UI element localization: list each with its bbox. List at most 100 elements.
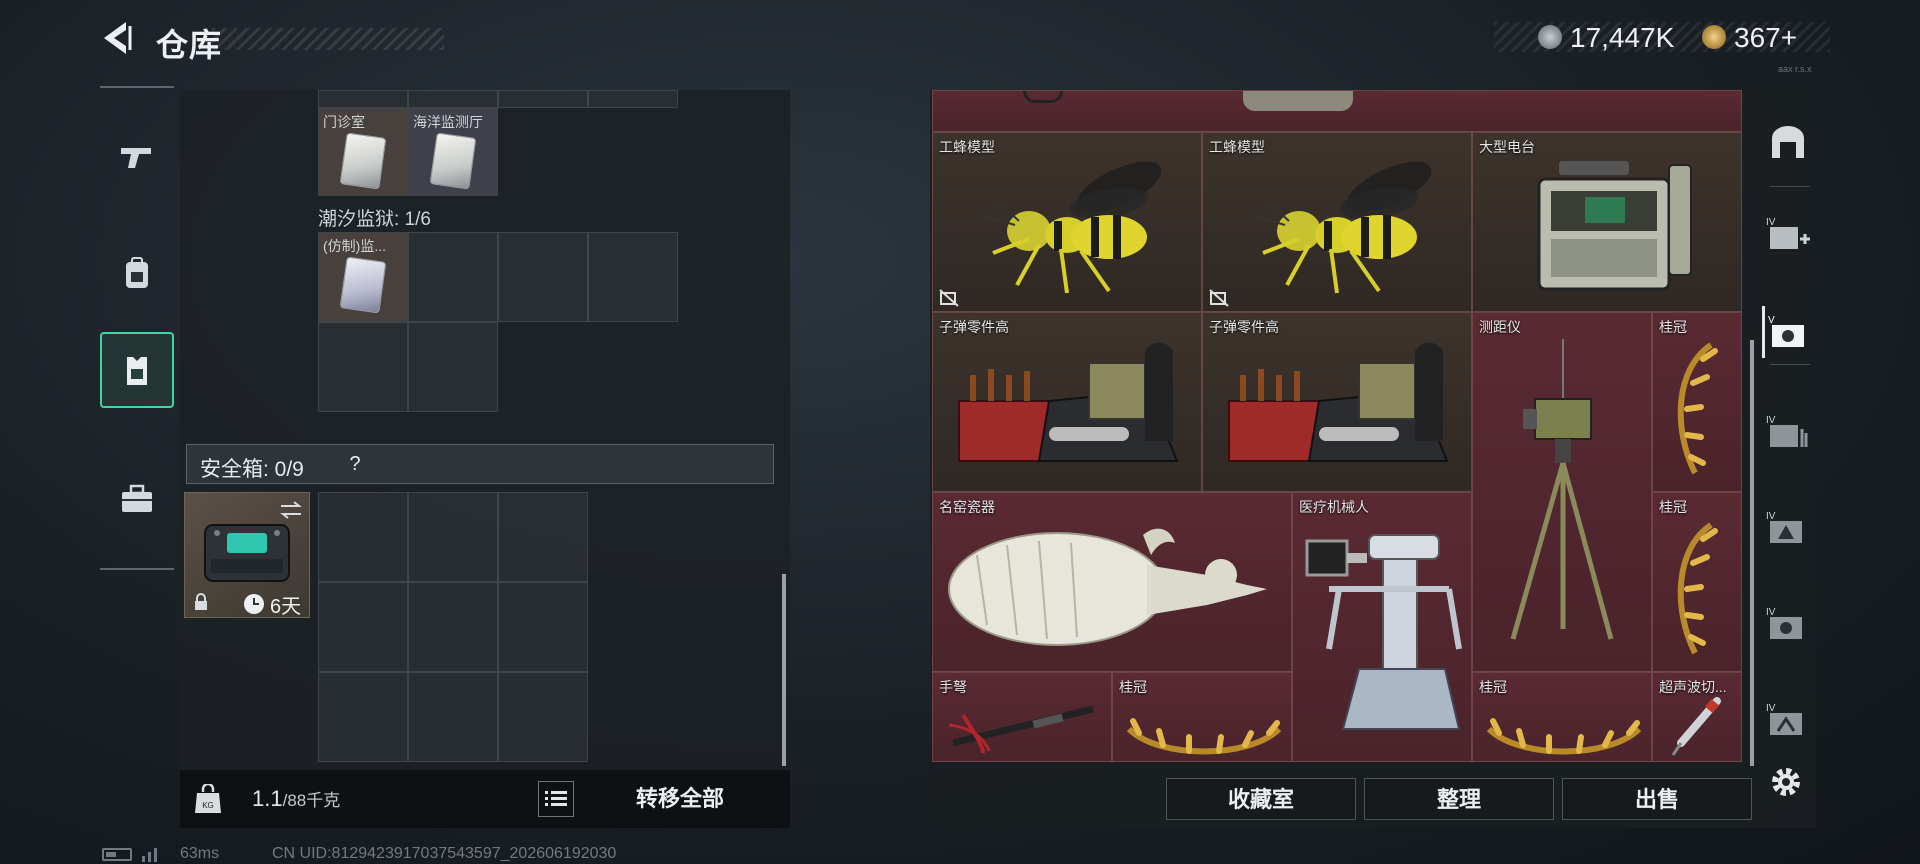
svg-text:IV: IV [1766,415,1776,426]
item-wasp-model-2[interactable]: 工蜂模型 [1202,132,1472,312]
item-laurel-1[interactable]: 桂冠 [1652,312,1742,492]
item-crossbow[interactable]: 手弩 [932,672,1112,762]
item-rangefinder[interactable]: 测距仪 [1472,312,1652,672]
item-wasp-model-1[interactable]: 工蜂模型 [932,132,1202,312]
clock-icon [244,594,264,614]
settings-button[interactable] [1766,762,1806,802]
item-laurel-2[interactable]: 桂冠 [1652,492,1742,672]
safe-grid-cell[interactable] [318,492,408,582]
safe-grid-cell[interactable] [498,672,588,762]
list-view-button[interactable] [538,781,574,817]
medical-robot-icon [1305,534,1462,730]
tab-separator [1770,364,1810,365]
svg-text:IV: IV [1766,217,1776,228]
tab-vest[interactable] [100,332,174,408]
keycard-icon [339,256,387,314]
help-button[interactable]: ? [340,449,370,479]
wasp-model-icon [1250,161,1432,294]
toolbox-icon [122,484,152,512]
safe-grid-cell[interactable] [408,492,498,582]
weight-label: 1.1/88千克 [252,786,340,812]
item-laurel-4[interactable]: 桂冠 [1472,672,1652,762]
item-radio-station[interactable]: 大型电台 [1472,132,1742,312]
partial-item-row[interactable] [932,90,1742,132]
laurel-icon [1677,342,1718,475]
tab-all-items[interactable] [1762,116,1814,168]
item-name: 桂冠 [1659,499,1687,515]
grid-cell[interactable] [318,322,408,412]
item-slot-keycard-3[interactable]: (仿制)监... [318,232,408,322]
tab-tier-4-add[interactable]: IV [1762,208,1814,260]
no-insurance-icon [939,289,959,307]
safe-grid-cell[interactable] [408,672,498,762]
sell-button[interactable]: 出售 [1562,778,1752,820]
collection-room-button[interactable]: 收藏室 [1166,778,1356,820]
swap-icon[interactable] [279,501,303,519]
item-ammo-parts-2[interactable]: 子弹零件高 [1202,312,1472,492]
svg-text:IV: IV [1766,703,1776,714]
transfer-all-button[interactable]: 转移全部 [610,781,750,817]
item-name: 超声波切... [1659,679,1727,695]
grid-cell[interactable] [498,90,588,108]
gold-currency-amount[interactable]: 367+ [1734,22,1797,54]
item-ultrasonic-cutter[interactable]: 超声波切... [1652,672,1742,762]
safe-grid-cell[interactable] [318,672,408,762]
item-partial-icon [1023,91,1063,103]
tab-tier-4-gear[interactable]: IV [1762,598,1814,650]
grid-cell[interactable] [588,232,678,322]
tab-tier-4-armor[interactable]: IV [1762,502,1814,554]
item-name: 测距仪 [1479,319,1521,335]
grid-cell[interactable] [318,90,408,108]
item-laurel-3[interactable]: 桂冠 [1112,672,1292,762]
backpack-icon [126,257,148,288]
silver-coin-icon [1538,25,1562,49]
tab-tier-4-misc[interactable]: IV [1762,694,1814,746]
safe-grid-cell[interactable] [498,582,588,672]
grid-cell[interactable] [408,90,498,108]
warehouse-category-tabs: IV V IV IV IV IV [1758,92,1818,792]
item-porcelain[interactable]: 名窑瓷器 [932,492,1292,672]
laurel-icon [1677,522,1718,655]
laurel-icon [1126,718,1282,755]
weight-max: /88千克 [282,791,341,810]
tab-tier-4-ammo[interactable]: IV [1762,406,1814,458]
tab-backpack[interactable] [100,236,174,310]
warehouse-scrollbar[interactable] [1750,340,1754,766]
safe-grid-cell[interactable] [318,582,408,672]
list-icon [545,791,567,806]
keycard-icon [339,132,387,190]
lock-icon [195,593,207,610]
inventory-scrollbar[interactable] [782,574,786,766]
ammo-parts-icon [1228,342,1449,462]
grid-cell[interactable] [408,232,498,322]
vest-icon [127,357,147,385]
item-ammo-parts-1[interactable]: 子弹零件高 [932,312,1202,492]
item-medical-robot[interactable]: 医疗机械人 [1292,492,1472,762]
gear-icon [1772,768,1800,796]
ping-text: 63ms [180,845,220,862]
item-slot-keycard-2[interactable]: 海洋监测厅 [408,108,498,196]
item-name: 名窑瓷器 [939,499,995,515]
battery-level [106,852,116,857]
no-insurance-icon [1209,289,1229,307]
signal-icon [142,848,157,862]
warehouse-grid: 工蜂模型 工蜂模型 大型电台 子弹零件高 子弹零件高 测距仪 桂冠 名窑瓷器 医… [932,90,1742,762]
item-name: 手弩 [939,679,967,695]
item-name: 桂冠 [1659,319,1687,335]
tab-toolbox[interactable] [100,462,174,536]
tab-tier-5-valuables[interactable]: V [1762,306,1814,358]
sort-button[interactable]: 整理 [1364,778,1554,820]
item-slot-keycard-1[interactable]: 门诊室 [318,108,408,196]
currency-bar: 17,447K 367+ [1494,22,1830,54]
title-decoration [212,28,444,50]
gun-icon [121,148,151,168]
grid-cell[interactable] [588,90,678,108]
safe-grid-cell[interactable] [498,492,588,582]
tab-weapons[interactable] [100,120,174,194]
item-name: 海洋监测厅 [413,114,483,130]
tier-5-valuables-icon: V [1768,315,1804,347]
grid-cell[interactable] [408,322,498,412]
safe-grid-cell[interactable] [408,582,498,672]
back-button[interactable] [98,18,138,58]
grid-cell[interactable] [498,232,588,322]
